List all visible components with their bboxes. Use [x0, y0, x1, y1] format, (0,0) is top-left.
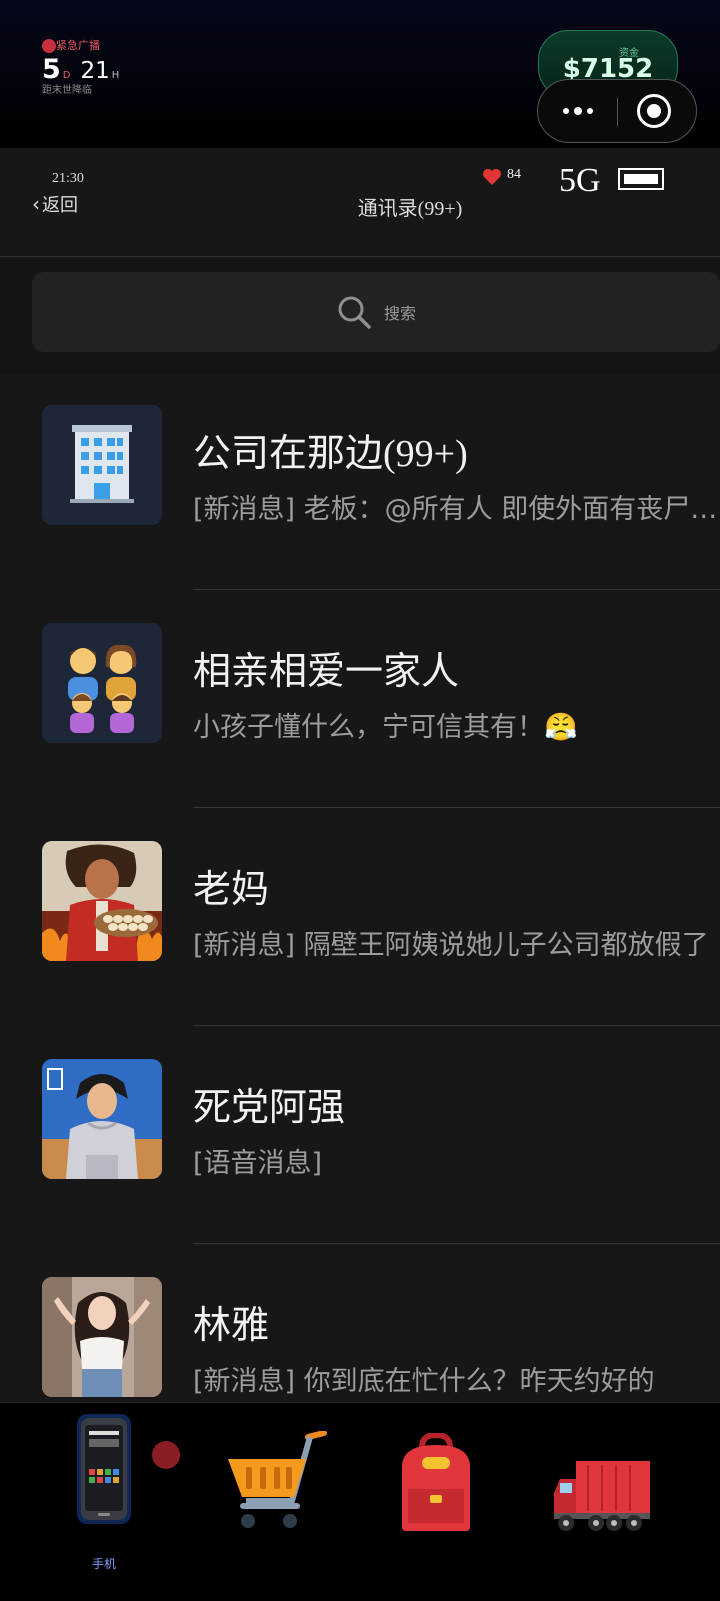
miniprogram-capsule [537, 79, 697, 143]
list-item[interactable]: 林雅 [新消息] 你到底在忙什么？昨天约好的 [0, 1246, 720, 1402]
office-building-icon [42, 405, 162, 525]
emergency-broadcast-label[interactable]: 紧急广播 [56, 37, 100, 53]
divider [193, 807, 720, 808]
search-input[interactable]: 搜索 [32, 272, 720, 352]
divider [193, 1025, 720, 1026]
phone-screen: 21:30 ‹ 返回 通讯录(99+) 84 5G 搜索 公司在那边(99+) … [0, 148, 720, 1402]
heart-icon [483, 169, 501, 185]
phone-icon [77, 1414, 131, 1524]
tab-truck[interactable] [542, 1403, 702, 1601]
chat-preview: [新消息] 老板：@所有人 即使外面有丧尸，公司也要正常上班 [193, 494, 720, 525]
contact-list: 公司在那边(99+) [新消息] 老板：@所有人 即使外面有丧尸，公司也要正常上… [0, 374, 720, 1402]
girlfriend-portrait [42, 1277, 162, 1397]
search-placeholder: 搜索 [383, 304, 416, 323]
chat-preview: [新消息] 你到底在忙什么？昨天约好的 [193, 1366, 655, 1397]
list-item[interactable]: 死党阿强 [语音消息] [0, 1028, 720, 1246]
chat-name: 林雅 [193, 1305, 270, 1347]
chat-name: 公司在那边(99+) [193, 433, 468, 475]
chat-name: 相亲相爱一家人 [193, 651, 460, 693]
search-section: 搜索 [0, 258, 720, 374]
mom-portrait [42, 841, 162, 961]
chat-preview: 小孩子懂什么，宁可信其有！😤 [193, 712, 578, 743]
chat-preview: [语音消息] [193, 1148, 323, 1179]
status-time: 21:30 [52, 171, 84, 186]
capsule-divider [617, 98, 618, 126]
tab-shop[interactable] [214, 1403, 374, 1601]
bottom-tab-bar: 手机 [0, 1402, 720, 1601]
countdown-days-unit: D [62, 70, 71, 81]
emergency-broadcast-dot[interactable] [42, 39, 56, 53]
list-item[interactable]: 公司在那边(99+) [新消息] 老板：@所有人 即使外面有丧尸，公司也要正常上… [0, 374, 720, 592]
tab-phone[interactable]: 手机 [24, 1403, 184, 1601]
countdown-caption: 距末世降临 [42, 85, 92, 96]
notification-badge [152, 1441, 180, 1469]
tab-backpack[interactable] [356, 1403, 516, 1601]
family-icon [42, 623, 162, 743]
chat-name: 死党阿强 [193, 1087, 346, 1129]
signal-indicator: 5G [559, 162, 601, 199]
countdown-hours-unit: H [111, 70, 120, 81]
list-item[interactable]: 老妈 [新消息] 隔壁王阿姨说她儿子公司都放假了 [0, 810, 720, 1028]
divider [193, 589, 720, 590]
friend-portrait [42, 1059, 162, 1179]
search-icon [338, 296, 371, 329]
nav-divider [0, 256, 720, 257]
more-options-button[interactable] [538, 80, 617, 142]
chat-name: 老妈 [193, 869, 270, 911]
close-miniprogram-icon[interactable] [637, 94, 671, 128]
chat-preview: [新消息] 隔壁王阿姨说她儿子公司都放假了 [193, 930, 709, 961]
divider [193, 1243, 720, 1244]
battery-icon [618, 168, 664, 190]
top-hud: 紧急广播 5 D 21 H 距末世降临 资金 $7152 [0, 0, 720, 148]
tab-label: 手机 [91, 1557, 116, 1571]
backpack-icon [402, 1433, 470, 1531]
shopping-cart-icon [228, 1431, 327, 1528]
truck-icon [554, 1461, 650, 1531]
list-item[interactable]: 相亲相爱一家人 小孩子懂什么，宁可信其有！😤 [0, 592, 720, 810]
heart-count: 84 [507, 167, 521, 182]
